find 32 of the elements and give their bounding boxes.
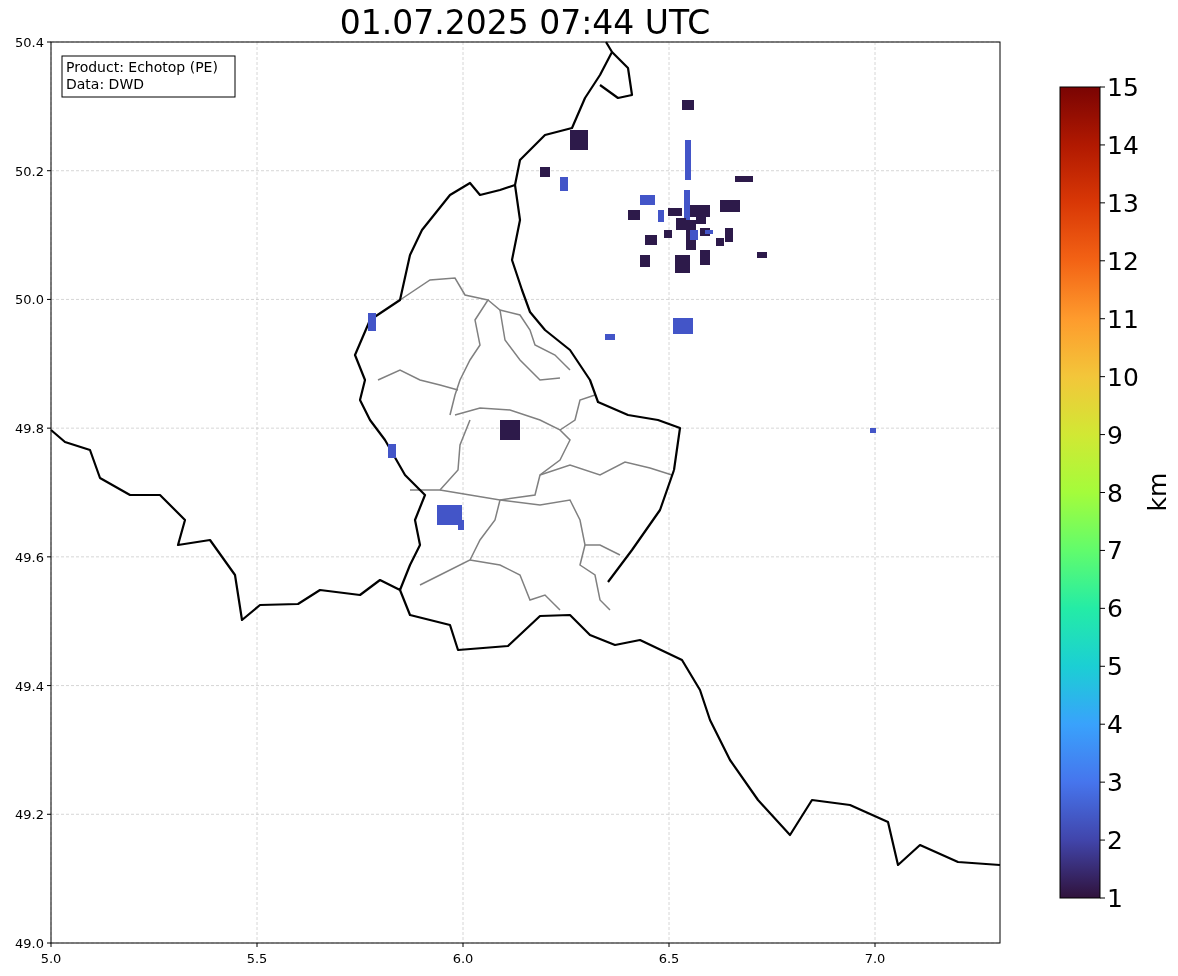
colorbar-tick-label: 8 [1107,478,1123,508]
y-tick-label: 49.0 [15,936,44,951]
x-tick-label: 7.0 [864,951,886,966]
colorbar-tick-label: 5 [1107,652,1123,682]
y-tick-label: 49.2 [15,807,44,823]
colorbar-tick-label: 1 [1107,884,1123,913]
colorbar-tick-label: 13 [1107,188,1139,218]
colorbar-tick-label: 14 [1107,130,1139,160]
y-tick-label: 49.6 [15,549,44,565]
y-tick-label: 50.2 [15,163,44,179]
y-tick-label: 49.4 [15,678,44,694]
colorbar-tick-label: 7 [1107,536,1123,566]
colorbar-tick-label: 12 [1107,246,1139,276]
info-text: Product: Echotop (PE) [66,59,218,75]
colorbar-tick-label: 3 [1107,768,1123,798]
x-tick-label: 6.5 [658,951,680,966]
x-tick-label: 5.5 [246,951,268,966]
colorbar-tick-label: 4 [1107,710,1123,740]
y-tick-label: 49.8 [15,421,44,437]
colorbar-tick-label: 6 [1107,594,1123,624]
colorbar-tick-label: 15 [1107,73,1139,102]
colorbar-tick-label: 2 [1107,826,1123,856]
info-text: Data: DWD [66,76,144,92]
y-tick-label: 50.0 [15,292,44,308]
colorbar-tick-label: 9 [1107,420,1123,450]
chart-title: 01.07.2025 07:44 UTC [339,3,711,42]
colorbar-tick-label: 11 [1107,304,1139,334]
x-tick-label: 5.0 [40,951,62,966]
y-tick-label: 50.4 [15,35,44,50]
colorbar-tick-label: 10 [1107,362,1139,392]
colorbar-label: km [1143,472,1172,512]
x-tick-label: 6.0 [452,951,474,966]
